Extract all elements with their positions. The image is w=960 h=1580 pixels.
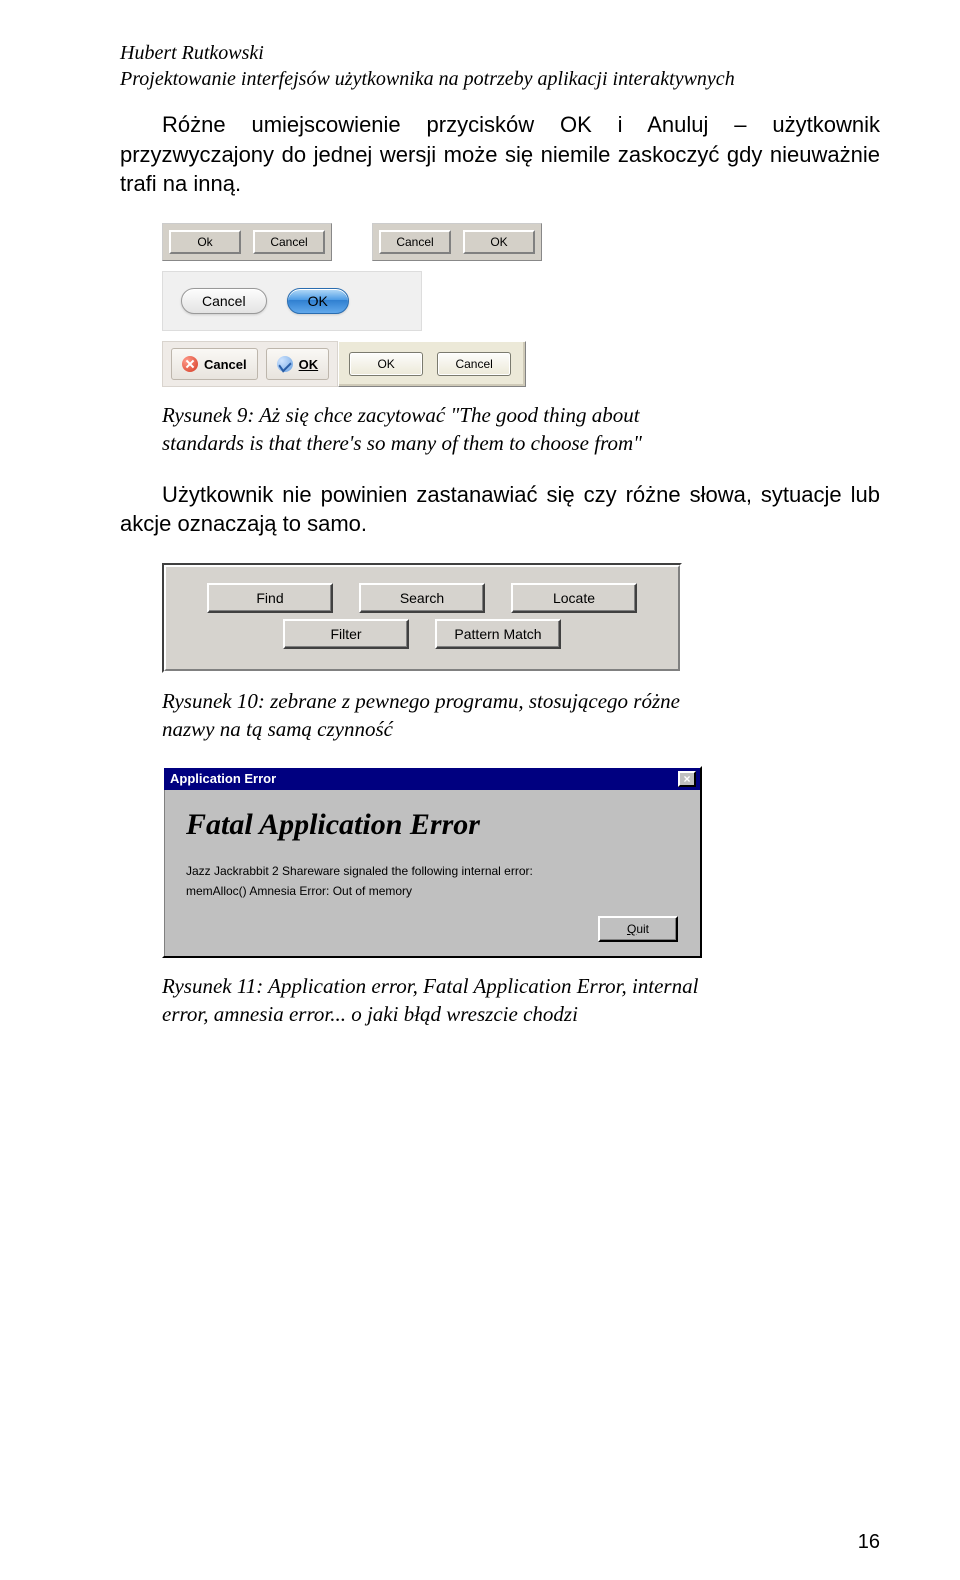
titlebar: Application Error × [164, 768, 700, 790]
cancel-button[interactable]: Cancel [181, 288, 267, 314]
doc-title: Projektowanie interfejsów użytkownika na… [120, 66, 880, 92]
ok-button[interactable]: Ok [169, 230, 241, 254]
ok-icon [277, 356, 293, 372]
cancel-icon [182, 356, 198, 372]
caption-figure-10: Rysunek 10: zebrane z pewnego programu, … [162, 687, 702, 744]
cancel-button[interactable]: Cancel [171, 348, 258, 380]
caption-figure-11: Rysunek 11: Application error, Fatal App… [162, 972, 702, 1029]
author: Hubert Rutkowski [120, 40, 880, 66]
cancel-button[interactable]: Cancel [379, 230, 451, 254]
filter-button[interactable]: Filter [283, 619, 409, 649]
paragraph-2: Użytkownik nie powinien zastanawiać się … [120, 480, 880, 539]
xp-button-group: OK Cancel [338, 341, 526, 387]
close-icon: × [683, 772, 690, 786]
window-title: Application Error [170, 771, 276, 786]
cancel-button[interactable]: Cancel [253, 230, 325, 254]
close-button[interactable]: × [678, 771, 696, 787]
page-header: Hubert Rutkowski Projektowanie interfejs… [120, 40, 880, 92]
error-heading: Fatal Application Error [186, 808, 678, 842]
figure-error-dialog: Application Error × Fatal Application Er… [162, 766, 880, 958]
ok-button[interactable]: OK [463, 230, 535, 254]
paragraph-1: Różne umiejscowienie przycisków OK i Anu… [120, 110, 880, 199]
paragraph-1-text: Różne umiejscowienie przycisków OK i Anu… [120, 112, 880, 196]
button-group-ok-first: Ok Cancel [162, 223, 332, 261]
find-button[interactable]: Find [207, 583, 333, 613]
locate-button[interactable]: Locate [511, 583, 637, 613]
ok-label: OK [299, 357, 319, 372]
search-button[interactable]: Search [359, 583, 485, 613]
paragraph-2-text: Użytkownik nie powinien zastanawiać się … [120, 482, 880, 537]
pattern-match-button[interactable]: Pattern Match [435, 619, 561, 649]
error-message-line-1: Jazz Jackrabbit 2 Shareware signaled the… [186, 864, 678, 878]
ok-button[interactable]: OK [349, 352, 423, 376]
figure-synonym-buttons: Find Search Locate Filter Pattern Match [162, 563, 880, 673]
figure-ok-cancel-variants: Ok Cancel Cancel OK [162, 223, 880, 261]
error-message-line-2: memAlloc() Amnesia Error: Out of memory [186, 884, 678, 898]
cancel-button[interactable]: Cancel [437, 352, 511, 376]
gnome-button-group: Cancel OK [162, 341, 338, 387]
ok-button[interactable]: OK [266, 348, 330, 380]
button-group-cancel-first: Cancel OK [372, 223, 542, 261]
cancel-label: Cancel [204, 357, 247, 372]
quit-button[interactable]: Quit [598, 916, 678, 942]
error-window: Application Error × Fatal Application Er… [162, 766, 702, 958]
figure-mac-buttons: Cancel OK [162, 271, 880, 331]
ok-button[interactable]: OK [287, 288, 349, 314]
page-number: 16 [858, 1531, 880, 1554]
figure-gnome-xp-buttons: Cancel OK OK Cancel [162, 341, 880, 387]
caption-figure-9: Rysunek 9: Aż się chce zacytować "The go… [162, 401, 702, 458]
